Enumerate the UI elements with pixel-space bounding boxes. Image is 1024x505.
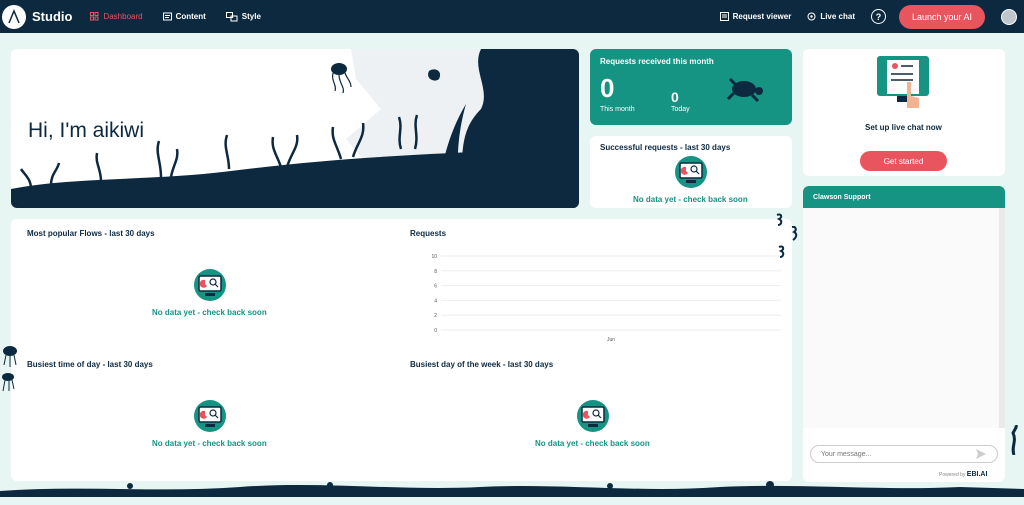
nav-dashboard-label: Dashboard	[103, 12, 143, 21]
dashboard-icon	[90, 12, 99, 21]
busiest-day-title: Busiest day of the week - last 30 days	[410, 360, 554, 369]
nav-right-group: Request viewer Live chat ? Launch your A…	[719, 0, 1024, 33]
y-tick-label: 0	[434, 328, 437, 334]
today-value: 0	[671, 89, 679, 105]
nav-request-viewer-label: Request viewer	[732, 12, 792, 21]
popular-flows-title: Most popular Flows - last 30 days	[27, 229, 155, 238]
nav-style-label: Style	[241, 12, 261, 21]
seahorse-small-decoration	[791, 226, 798, 241]
this-month-value: 0	[600, 73, 615, 103]
no-data-illustration-icon	[194, 400, 226, 432]
top-navigation-bar: Studio Dashboard Content Style Request v…	[0, 0, 1024, 33]
nav-content[interactable]: Content	[162, 12, 206, 21]
requests-chart-title: Requests	[410, 229, 447, 238]
successful-nodata-text: No data yet - check back soon	[633, 195, 748, 204]
nav-style[interactable]: Style	[225, 11, 261, 22]
requests-chart: 0 2 4 6 8 10 Jun	[431, 254, 781, 343]
jellyfish-left-decoration	[2, 346, 17, 392]
y-tick-label: 2	[434, 313, 437, 319]
turtle-illustration	[726, 77, 763, 103]
live-chat-icon	[807, 12, 816, 21]
main-nav: Dashboard Content Style	[90, 11, 261, 22]
y-tick-label: 6	[434, 284, 437, 290]
no-data-illustration-icon	[194, 269, 226, 301]
requests-month-title: Requests received this month	[600, 57, 714, 66]
requests-month-card: Requests received this month 0 This mont…	[590, 49, 792, 125]
successful-title: Successful requests - last 30 days	[600, 143, 731, 152]
chat-header: Clawson Support	[803, 186, 1005, 208]
studio-logo-icon	[8, 8, 20, 23]
style-icon	[225, 11, 238, 21]
live-chat-setup-card: Set up live chat now Get started	[803, 49, 1005, 176]
seahorse-decoration	[776, 213, 785, 258]
get-started-button[interactable]: Get started	[860, 151, 947, 171]
nav-live-chat-label: Live chat	[820, 12, 855, 21]
live-chat-setup-label: Set up live chat now	[865, 123, 942, 132]
bottom-seabed-decoration	[0, 481, 1024, 497]
help-icon[interactable]: ?	[871, 9, 886, 24]
busiest-time-nodata-text: No data yet - check back soon	[152, 439, 267, 448]
nav-dashboard[interactable]: Dashboard	[90, 12, 143, 21]
busiest-time-title: Busiest time of day - last 30 days	[27, 360, 153, 369]
request-viewer-icon	[719, 12, 729, 21]
content-icon	[162, 12, 172, 21]
nav-live-chat[interactable]: Live chat	[807, 12, 855, 21]
y-tick-label: 4	[434, 298, 437, 304]
live-chat-setup-illustration	[877, 56, 929, 108]
busiest-day-nodata-text: No data yet - check back soon	[535, 439, 650, 448]
chat-widget: Clawson Support Powered by EBI.AI	[803, 186, 1005, 482]
nav-request-viewer[interactable]: Request viewer	[719, 12, 792, 21]
chat-messages-area[interactable]	[803, 208, 999, 428]
launch-ai-button[interactable]: Launch your AI	[899, 4, 985, 29]
successful-requests-card: Successful requests - last 30 days No da…	[590, 136, 792, 208]
user-avatar[interactable]	[1001, 8, 1017, 25]
this-month-label: This month	[600, 106, 635, 113]
chat-scrollbar[interactable]	[999, 208, 1005, 428]
studio-logo[interactable]	[2, 4, 26, 29]
seaweed-right-decoration	[1011, 425, 1018, 455]
brand-name: Studio	[32, 9, 73, 24]
x-tick-label: Jun	[607, 337, 615, 343]
chat-message-input[interactable]	[810, 445, 998, 463]
no-data-illustration-icon	[577, 400, 609, 432]
send-icon[interactable]	[975, 448, 987, 460]
today-label: Today	[671, 106, 690, 113]
y-tick-label: 8	[434, 269, 437, 275]
hero-banner: Hi, I'm aikiwi	[11, 49, 579, 208]
nav-content-label: Content	[175, 12, 206, 21]
no-data-illustration-icon	[675, 156, 707, 188]
hero-greeting: Hi, I'm aikiwi	[28, 119, 145, 142]
popular-flows-nodata-text: No data yet - check back soon	[152, 308, 267, 317]
y-tick-label: 10	[431, 254, 437, 260]
stats-panel: Most popular Flows - last 30 days No dat…	[11, 219, 792, 481]
